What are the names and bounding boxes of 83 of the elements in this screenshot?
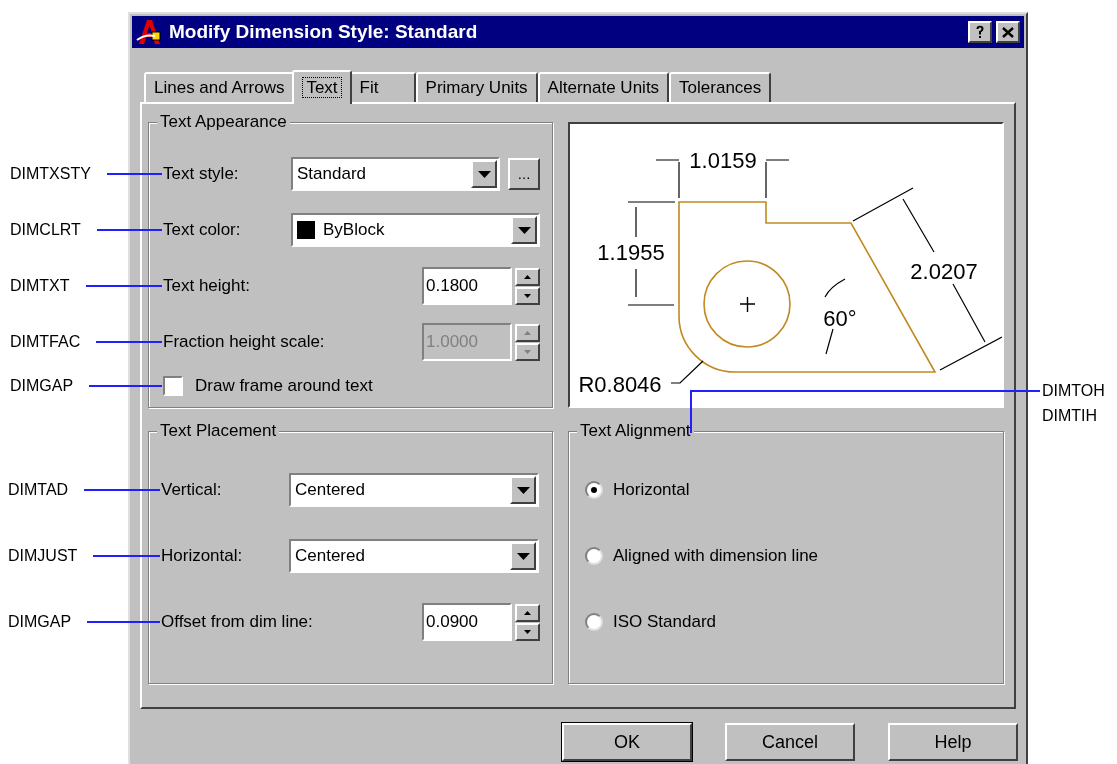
callout-label: DIMTOH <box>1042 381 1105 401</box>
color-swatch <box>297 221 315 239</box>
dimension-label: 1.1955 <box>597 240 665 265</box>
spin-down-button[interactable] <box>515 286 540 305</box>
dropdown-value: Standard <box>297 163 367 186</box>
field-label: Text height: <box>163 276 250 296</box>
radio-button[interactable] <box>585 613 603 631</box>
leader-line <box>96 229 162 231</box>
dropdown[interactable]: ByBlock <box>291 213 540 247</box>
down-arrow-icon <box>517 226 531 234</box>
group-title: Text Appearance <box>157 112 290 132</box>
browse-button[interactable]: ... <box>508 158 540 190</box>
leader-line <box>93 555 160 557</box>
tab[interactable]: Tolerances <box>669 72 772 102</box>
field-label: Fraction height scale: <box>163 332 325 352</box>
dimension-label: 60° <box>823 306 857 331</box>
radio-button[interactable] <box>585 481 603 499</box>
dropdown-value: Centered <box>295 479 366 502</box>
field-label: Offset from dim line: <box>161 612 313 632</box>
up-arrow-icon <box>524 610 531 615</box>
callout-label: DIMTXT <box>10 276 70 296</box>
tab[interactable]: Fit <box>349 72 416 102</box>
spin-up-button[interactable] <box>515 267 540 286</box>
checkbox[interactable] <box>163 376 183 396</box>
close-button[interactable] <box>996 21 1020 43</box>
number-field[interactable]: 0.0900 <box>422 603 512 641</box>
dimension-label: 1.0159 <box>689 148 757 173</box>
radio-label: Aligned with dimension line <box>613 545 819 568</box>
callout-label: DIMTAD <box>8 480 69 500</box>
tab[interactable]: Lines and Arrows <box>144 72 295 102</box>
window-title: Modify Dimension Style: Standard <box>169 19 479 44</box>
down-arrow-icon <box>516 486 530 494</box>
dropdown-arrow-button[interactable] <box>510 476 536 504</box>
down-arrow-icon <box>477 170 491 178</box>
callout-label: DIMGAP <box>8 612 72 632</box>
question-mark-icon <box>975 25 985 39</box>
dialog-button[interactable]: Help <box>888 723 1018 761</box>
dropdown-value: ByBlock <box>323 219 386 242</box>
group-title: Text Alignment <box>577 421 694 441</box>
callout-label: DIMJUST <box>8 546 78 566</box>
callout-label: DIMCLRT <box>10 220 81 240</box>
callout-label: DIMTFAC <box>10 332 81 352</box>
up-arrow-icon <box>524 274 531 279</box>
callout-label: DIMTXSTY <box>10 164 91 184</box>
dimension-label: R0.8046 <box>578 372 662 397</box>
down-arrow-icon <box>516 552 530 560</box>
checkbox-label: Draw frame around text <box>195 375 373 398</box>
callout-label: DIMTIH <box>1042 406 1099 426</box>
callout-label: DIMGAP <box>10 376 74 396</box>
dropdown[interactable]: Centered <box>289 539 539 573</box>
dialog-button[interactable]: OK <box>562 723 692 761</box>
spin-down-button[interactable] <box>515 622 540 641</box>
field-label: Text style: <box>163 164 239 184</box>
spin-down-button[interactable] <box>515 342 540 361</box>
tab[interactable]: Alternate Units <box>537 72 670 102</box>
down-arrow-icon <box>524 293 531 298</box>
leader-line <box>106 173 162 175</box>
radio-label: Horizontal <box>613 479 690 502</box>
dropdown-arrow-button[interactable] <box>511 216 537 244</box>
dimension-label: 2.0207 <box>910 259 978 284</box>
close-icon <box>1002 26 1014 38</box>
up-arrow-icon <box>524 330 531 335</box>
down-arrow-icon <box>524 629 531 634</box>
dropdown-arrow-button[interactable] <box>510 542 536 570</box>
down-arrow-icon <box>524 349 531 354</box>
dropdown[interactable]: Centered <box>289 473 539 507</box>
radio-label: ISO Standard <box>613 611 716 634</box>
spin-up-button[interactable] <box>515 603 540 622</box>
dialog-button[interactable]: Cancel <box>725 723 855 761</box>
radio-button[interactable] <box>585 547 603 565</box>
field-label: Horizontal: <box>161 546 243 566</box>
field-label: Vertical: <box>161 480 222 500</box>
tab[interactable]: Text <box>292 70 352 104</box>
leader-line <box>96 341 162 343</box>
number-field[interactable]: 0.1800 <box>422 267 512 305</box>
dropdown-arrow-button[interactable] <box>471 160 498 188</box>
spin-up-button[interactable] <box>515 323 540 342</box>
center-mark-icon <box>739 296 756 313</box>
dropdown-value: Centered <box>295 545 366 568</box>
help-button[interactable] <box>968 21 992 43</box>
field-label: Text color: <box>163 220 241 240</box>
tab[interactable]: Primary Units <box>415 72 538 102</box>
dropdown[interactable]: Standard <box>291 157 501 191</box>
